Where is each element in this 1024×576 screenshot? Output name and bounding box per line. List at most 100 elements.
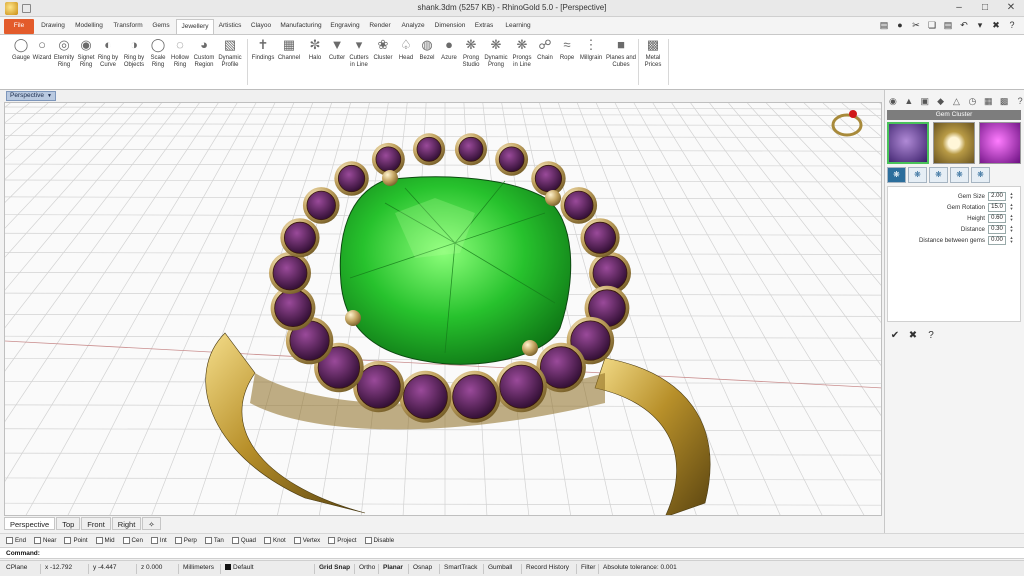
ortho-toggle[interactable]: Ortho [354, 564, 375, 574]
cluster-subtab[interactable]: ❋ [971, 167, 990, 183]
confirm-icon[interactable]: ✔ [889, 330, 901, 342]
layer-indicator[interactable]: Default [220, 564, 254, 574]
osnap-checkbox[interactable] [34, 536, 42, 544]
perspective-viewport[interactable] [4, 102, 882, 516]
osnap-checkbox[interactable] [150, 536, 158, 544]
osnap-checkbox[interactable] [231, 536, 239, 544]
osnap-checkbox[interactable] [95, 536, 103, 544]
osnap-knot[interactable]: Knot [263, 536, 286, 544]
osnap-checkbox[interactable] [6, 536, 13, 544]
osnap-checkbox[interactable] [328, 536, 336, 544]
grid-snap-toggle[interactable]: Grid Snap [314, 564, 350, 574]
osnap-point[interactable]: Point [64, 536, 88, 544]
tab-transform[interactable]: Transform [110, 19, 146, 34]
height-field[interactable]: 0.60 [988, 213, 1006, 223]
cluster-style-thumbnail[interactable] [933, 122, 975, 164]
microphone-icon[interactable]: ● [894, 19, 906, 31]
osnap-quad[interactable]: Quad [231, 536, 256, 544]
spinner-icon[interactable]: ▲ ▼ [1009, 191, 1014, 201]
tab-extras[interactable]: Extras [472, 19, 496, 34]
halo-gem[interactable] [412, 133, 446, 166]
tab-render[interactable]: Render [366, 19, 394, 34]
osnap-checkbox[interactable] [174, 536, 182, 544]
gem-icon[interactable]: ◆ [936, 96, 946, 107]
spinner-icon[interactable]: ▲ ▼ [1009, 235, 1014, 245]
close-button[interactable]: ✕ [1002, 1, 1020, 15]
halo-gem[interactable] [302, 187, 340, 224]
viewport-tab-add[interactable]: ✧ [142, 517, 161, 530]
spinner-icon[interactable]: ▲ ▼ [1009, 224, 1014, 234]
metal-prices-button[interactable]: ▩ Metal Prices [636, 37, 670, 68]
halo-gem[interactable] [454, 133, 488, 166]
tab-learning[interactable]: Learning [500, 19, 536, 34]
planes-and-cubes-button[interactable]: ■ Planes and Cubes [604, 37, 638, 68]
tab-gems[interactable]: Gems [149, 19, 173, 34]
cut-icon[interactable]: ✂ [910, 19, 922, 31]
tab-engraving[interactable]: Engraving [327, 19, 363, 34]
smarttrack-toggle[interactable]: SmartTrack [439, 564, 477, 574]
planar-toggle[interactable]: Planar [378, 564, 403, 574]
view-navigator-icon[interactable] [831, 110, 863, 137]
folder-icon[interactable]: ▩ [999, 96, 1009, 107]
copy-icon[interactable]: ❏ [926, 19, 938, 31]
tab-artistics[interactable]: Artistics [216, 19, 244, 34]
halo-gem[interactable] [495, 361, 547, 413]
tab-clayoo[interactable]: Clayoo [247, 19, 275, 34]
osnap-project[interactable]: Project [328, 536, 357, 544]
halo-gem[interactable] [560, 187, 598, 224]
cplane-label[interactable]: CPlane [6, 564, 27, 571]
display-icon[interactable]: ▣ [920, 96, 930, 107]
viewport-tab-top[interactable]: Top [56, 517, 81, 530]
halo-gem[interactable] [495, 142, 529, 176]
flask-icon[interactable]: △ [952, 96, 962, 107]
help-icon[interactable]: ? [925, 330, 937, 342]
units-label[interactable]: Millimeters [178, 564, 214, 574]
osnap-checkbox[interactable] [204, 536, 212, 544]
dynamic-profile-button[interactable]: ▧ Dynamic Profile [213, 37, 247, 68]
cluster-subtab[interactable]: ❋ [908, 167, 927, 183]
cluster-subtab[interactable]: ❋ [929, 167, 948, 183]
spinner-icon[interactable]: ▲ ▼ [1009, 202, 1014, 212]
halo-gem[interactable] [399, 370, 452, 423]
osnap-near[interactable]: Near [34, 536, 56, 544]
halo-gem[interactable] [531, 161, 566, 196]
viewport-canvas[interactable] [5, 103, 882, 516]
color-wheel-icon[interactable]: ◉ [888, 96, 898, 107]
cluster-style-thumbnail[interactable] [979, 122, 1021, 164]
tab-file[interactable]: File [4, 19, 34, 34]
help-icon[interactable]: ? [1006, 19, 1018, 31]
help-icon[interactable]: ? [1015, 96, 1024, 107]
osnap-int[interactable]: Int [150, 536, 167, 544]
spinner-icon[interactable]: ▲ ▼ [1009, 213, 1014, 223]
tab-modelling[interactable]: Modelling [71, 19, 107, 34]
cluster-subtab[interactable]: ❋ [950, 167, 969, 183]
tag-icon[interactable]: ▦ [983, 96, 993, 107]
dropdown-icon[interactable]: ▾ [974, 19, 986, 31]
halo-gem[interactable] [269, 252, 311, 294]
gem-size-field[interactable]: 2.00 [988, 191, 1006, 201]
osnap-cen[interactable]: Cen [122, 536, 143, 544]
osnap-toggle[interactable]: Osnap [408, 564, 432, 574]
tab-drawing[interactable]: Drawing [38, 19, 68, 34]
cluster-style-thumbnail[interactable] [887, 122, 929, 164]
osnap-checkbox[interactable] [293, 536, 301, 544]
osnap-tan[interactable]: Tan [204, 536, 224, 544]
osnap-perp[interactable]: Perp [174, 536, 197, 544]
halo-gem[interactable] [448, 370, 501, 423]
halo-gem[interactable] [334, 161, 369, 196]
cancel-icon[interactable]: ✖ [907, 330, 919, 342]
osnap-end[interactable]: End [6, 536, 26, 544]
tab-dimension[interactable]: Dimension [431, 19, 469, 34]
maximize-button[interactable]: □ [976, 1, 994, 15]
osnap-checkbox[interactable] [64, 536, 72, 544]
viewport-tab-front[interactable]: Front [81, 517, 111, 530]
distance-field[interactable]: 0.30 [988, 224, 1006, 234]
shield-icon[interactable]: ▲ [904, 96, 914, 107]
minimize-button[interactable]: – [950, 1, 968, 15]
osnap-mid[interactable]: Mid [95, 536, 115, 544]
viewport-title-tab[interactable]: Perspective ▼ [6, 91, 56, 101]
paste-icon[interactable]: ▤ [942, 19, 954, 31]
tab-jewellery[interactable]: Jewellery [176, 19, 214, 34]
osnap-checkbox[interactable] [263, 536, 271, 544]
toolbar-icon[interactable]: ▤ [878, 19, 890, 31]
